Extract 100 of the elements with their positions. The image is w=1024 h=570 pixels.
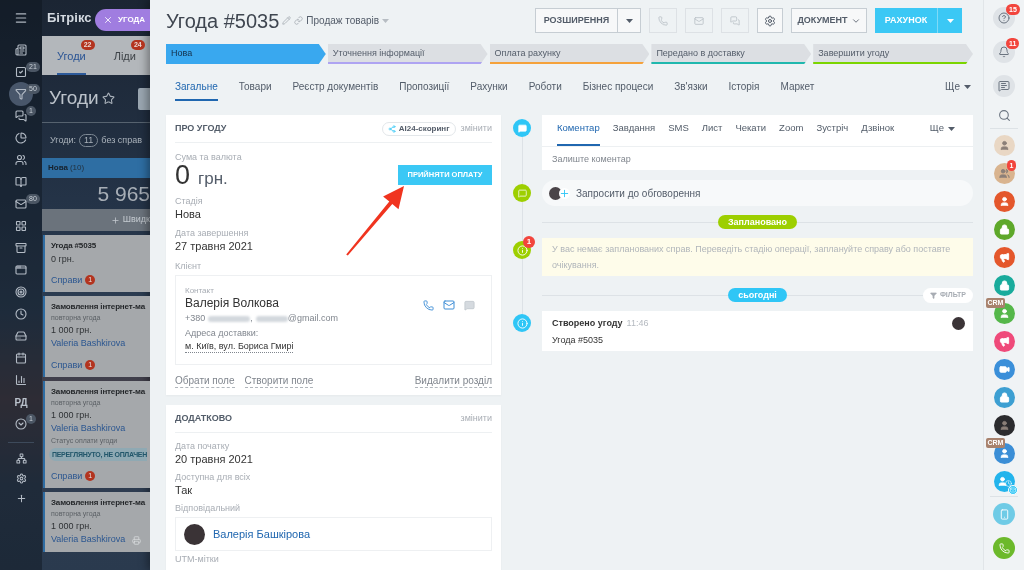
field-label: Клієнт <box>175 261 203 271</box>
sidebar-button[interactable] <box>12 41 30 59</box>
tab[interactable]: Зв'язки <box>674 77 708 101</box>
caret-icon <box>625 18 633 23</box>
tab[interactable]: Реєстр документів <box>292 77 379 101</box>
search-icon[interactable] <box>997 108 1011 122</box>
lock-icon[interactable] <box>993 274 1015 296</box>
sidebar-button[interactable] <box>12 129 30 147</box>
tab[interactable]: Zoom <box>779 114 804 146</box>
star-icon[interactable] <box>101 92 115 105</box>
call-icon[interactable] <box>993 537 1015 559</box>
user-icon[interactable] <box>993 190 1015 212</box>
avatar-icon[interactable] <box>993 414 1015 436</box>
more-button[interactable]: Ще <box>929 114 955 146</box>
person-link[interactable]: Valeria Bashkirova <box>51 533 148 546</box>
field-value: 20 травня 2021 <box>175 452 254 466</box>
card-title: Угода #5035 <box>51 240 98 252</box>
invite-button[interactable]: Запросити до обговорення <box>542 180 973 206</box>
tab[interactable]: Чекати <box>735 114 767 146</box>
tab[interactable]: Лист <box>701 114 723 146</box>
tasks-link[interactable]: Справи <box>51 470 83 482</box>
mail-icon <box>1007 484 1018 495</box>
sidebar-button[interactable] <box>12 305 30 323</box>
video-icon[interactable] <box>993 358 1015 380</box>
phone-icon <box>658 15 668 26</box>
megaphone-icon[interactable] <box>993 330 1015 352</box>
stage-button[interactable]: Уточнення інформації <box>327 44 488 64</box>
tab[interactable]: Бізнес процеси <box>582 77 654 101</box>
document-button[interactable]: ДОКУМЕНТ <box>791 8 867 33</box>
menu-icon[interactable] <box>14 11 28 25</box>
lock-icon[interactable] <box>993 386 1015 408</box>
category-dropdown[interactable]: Продаж товарів <box>306 13 390 28</box>
tab[interactable]: Рахунки <box>470 77 508 101</box>
settings-button[interactable] <box>757 8 783 33</box>
tab[interactable]: Завдання <box>612 114 656 146</box>
dropdown-button[interactable] <box>617 8 641 33</box>
tasks-link[interactable]: Справи <box>51 274 83 286</box>
clock-icon <box>15 308 27 320</box>
field-label: Дата завершення <box>175 228 250 238</box>
tab[interactable]: Загальне <box>175 77 218 101</box>
tab[interactable]: Дзвінок <box>861 114 895 146</box>
user-clock-icon[interactable] <box>993 470 1015 492</box>
window-icon <box>15 264 27 276</box>
field-link[interactable]: Обрати поле <box>175 374 235 388</box>
help-icon[interactable] <box>993 7 1015 29</box>
tasks-link[interactable]: Справи <box>51 359 83 371</box>
sidebar-button[interactable] <box>12 283 30 301</box>
bell-icon[interactable] <box>993 41 1015 63</box>
grid-icon <box>15 220 27 232</box>
person-link[interactable]: Valeria Bashkirova <box>51 422 148 435</box>
tab[interactable]: Маркет <box>780 77 815 101</box>
info-icon <box>513 314 531 332</box>
mail-icon[interactable] <box>443 299 455 311</box>
caret-icon <box>946 18 954 23</box>
section-title: ПРО УГОДУ <box>175 121 227 135</box>
bar-chart-icon <box>15 374 27 386</box>
archive-icon <box>15 242 27 254</box>
tab[interactable]: Зустріч <box>816 114 849 146</box>
book-icon <box>15 176 27 188</box>
field-link[interactable]: Створити поле <box>244 374 314 388</box>
tab[interactable]: Роботи <box>528 77 562 101</box>
comment-field[interactable]: Залиште коментар <box>542 147 973 170</box>
checkbox-icon <box>15 66 27 78</box>
stage-button[interactable]: Завершити угоду <box>813 44 973 64</box>
lock-icon[interactable] <box>993 218 1015 240</box>
extensions-button[interactable]: РОЗШИРЕННЯ <box>535 8 617 33</box>
delete-section-link[interactable]: Видалити розділ <box>414 374 492 388</box>
chat-list-icon[interactable] <box>993 75 1015 97</box>
drive-icon <box>15 330 27 342</box>
sidebar-button[interactable] <box>12 107 30 125</box>
filter-field[interactable] <box>138 87 150 110</box>
person-link[interactable]: Valeria Bashkirova <box>51 337 148 350</box>
contact-name[interactable]: Валерія Волкова <box>185 296 482 311</box>
stage-button[interactable]: Передано в доставку <box>651 44 812 64</box>
page-title: Угоди <box>49 86 99 111</box>
mail-icon <box>15 198 27 210</box>
comment-icon <box>513 119 531 137</box>
contact-phone: +380 <box>185 312 206 326</box>
megaphone-icon[interactable] <box>993 246 1015 268</box>
sidebar-button[interactable]: РД <box>12 393 30 411</box>
settings-icon <box>764 14 776 27</box>
summary-label: Угоди: <box>50 133 76 147</box>
phone-icon[interactable] <box>423 299 434 311</box>
caret-icon <box>948 126 955 131</box>
field-label: Сума та валюта <box>175 152 243 162</box>
chevron-icon <box>15 418 27 430</box>
responsible-link[interactable]: Валерія Башкірова <box>213 525 311 543</box>
group-avatar-icon[interactable] <box>993 162 1015 184</box>
network-icon[interactable] <box>15 452 27 464</box>
address-link[interactable]: м. Київ, вул. Бориса Гмирі <box>185 340 294 353</box>
more-button[interactable]: Ще <box>945 77 971 101</box>
tab[interactable]: Товари <box>238 77 272 101</box>
settings-icon[interactable] <box>15 472 27 484</box>
tab[interactable]: Історія <box>728 77 760 101</box>
tab[interactable]: Пропозиції <box>399 77 450 101</box>
plus-icon[interactable] <box>15 492 27 504</box>
sidebar-button[interactable] <box>12 415 30 433</box>
stage-button[interactable]: Оплата рахунку <box>489 44 650 64</box>
stage-button[interactable]: Нова <box>166 44 326 64</box>
tab[interactable]: SMS <box>668 114 689 146</box>
